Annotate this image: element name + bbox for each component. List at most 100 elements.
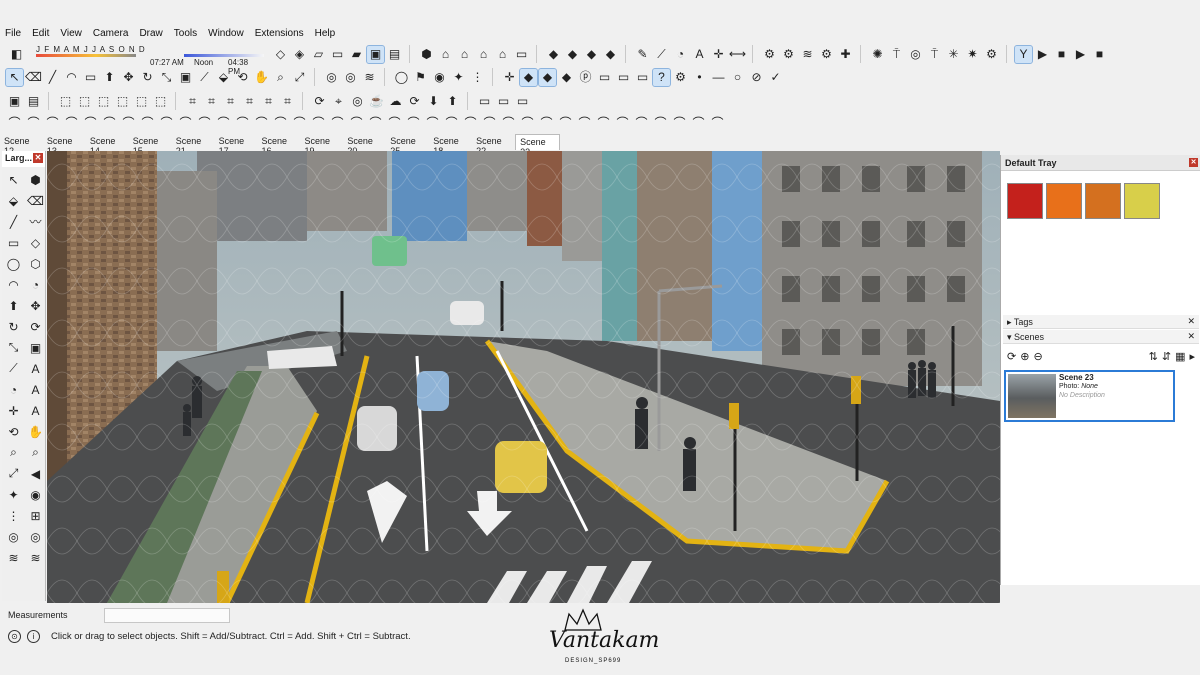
lamp-icon[interactable]: ⍑ <box>888 46 905 63</box>
back-view-icon[interactable]: ⌂ <box>494 46 511 63</box>
vray-logo-icon[interactable]: Y <box>1014 44 1033 64</box>
close-icon[interactable]: ✕ <box>1187 331 1195 342</box>
eraser-icon[interactable]: ⌫ <box>25 69 42 86</box>
lt-position-camera-icon[interactable]: ✦ <box>4 485 23 504</box>
tab-scene-15[interactable]: Scene 15 <box>129 134 172 156</box>
camera-1-icon[interactable]: ▭ <box>596 69 613 86</box>
measurements-input[interactable] <box>104 608 230 623</box>
section-plane-icon[interactable]: ◆ <box>545 46 562 63</box>
lt-layout-icon[interactable]: ≋ <box>4 548 23 567</box>
add-scene-icon[interactable]: ⊕ <box>1020 350 1029 363</box>
curve-12-icon[interactable]: ⌒ <box>215 115 232 132</box>
component-icon[interactable]: ▣ <box>6 93 23 110</box>
shaded-icon[interactable]: ▰ <box>348 46 365 63</box>
render-icon[interactable]: ▶ <box>1034 46 1051 63</box>
sandbox-1-icon[interactable]: ⌗ <box>184 93 201 110</box>
offset-tool-icon[interactable]: ▣ <box>177 69 194 86</box>
curve-6-icon[interactable]: ⌒ <box>101 115 118 132</box>
view-options-icon[interactable]: ▦ <box>1175 350 1185 363</box>
warehouse-icon[interactable]: ◎ <box>323 69 340 86</box>
spot-light-icon[interactable]: ⍑ <box>926 46 943 63</box>
section-display-icon[interactable]: ◆ <box>602 46 619 63</box>
extension-5-icon[interactable]: ✚ <box>837 46 854 63</box>
tab-scene-16[interactable]: Scene 16 <box>258 134 301 156</box>
help-icon[interactable]: ? <box>652 67 671 87</box>
cloud-icon[interactable]: ☁ <box>387 93 404 110</box>
close-icon[interactable]: ✕ <box>1187 316 1195 327</box>
curve-33-icon[interactable]: ⌒ <box>614 115 631 132</box>
frame-3-icon[interactable]: ▭ <box>514 93 531 110</box>
curve-4-icon[interactable]: ⌒ <box>63 115 80 132</box>
tags-section-header[interactable]: ▸ Tags ✕ <box>1003 315 1199 329</box>
lt-move-icon[interactable]: ✥ <box>26 296 45 315</box>
dimension-icon[interactable]: ⟷ <box>729 46 746 63</box>
export-icon[interactable]: ⬆ <box>444 93 461 110</box>
menu-camera[interactable]: Camera <box>88 27 135 41</box>
import-icon[interactable]: ⬇ <box>425 93 442 110</box>
line-icon[interactable]: — <box>710 69 727 86</box>
curve-30-icon[interactable]: ⌒ <box>557 115 574 132</box>
details-icon[interactable]: ▸ <box>1189 350 1195 363</box>
ban-icon[interactable]: ⊘ <box>748 69 765 86</box>
geo-location-icon[interactable]: ⊙ <box>8 630 21 643</box>
curve-24-icon[interactable]: ⌒ <box>443 115 460 132</box>
curve-18-icon[interactable]: ⌒ <box>329 115 346 132</box>
lt-zoom-icon[interactable]: ⌕ <box>4 443 23 462</box>
line-tool-icon[interactable]: ╱ <box>44 69 61 86</box>
lt-offset-icon[interactable]: ▣ <box>26 338 45 357</box>
lt-pie-icon[interactable]: ◔ <box>26 275 45 294</box>
hidden-line-icon[interactable]: ▭ <box>329 46 346 63</box>
solid-inspector-icon[interactable]: ◎ <box>349 93 366 110</box>
menu-draw[interactable]: Draw <box>134 27 168 41</box>
lt-orbit-icon[interactable]: ⟲ <box>4 422 23 441</box>
layout-icon[interactable]: ≋ <box>361 69 378 86</box>
point-light-icon[interactable]: ✷ <box>964 46 981 63</box>
iso-view-icon[interactable]: ⬢ <box>418 46 435 63</box>
3d-viewport[interactable] <box>47 151 1000 603</box>
lt-pushpull-icon[interactable]: ⬆ <box>4 296 23 315</box>
lt-look-around-icon[interactable]: ◉ <box>26 485 45 504</box>
material-swatch-orange[interactable] <box>1046 183 1082 219</box>
curve-8-icon[interactable]: ⌒ <box>139 115 156 132</box>
remove-scene-icon[interactable]: ⊖ <box>1033 350 1042 363</box>
tab-scene-23[interactable]: Scene 23 <box>515 134 560 157</box>
extension-4-icon[interactable]: ⚙ <box>818 46 835 63</box>
menu-file[interactable]: File <box>0 27 27 41</box>
curve-32-icon[interactable]: ⌒ <box>595 115 612 132</box>
section-cut-icon[interactable]: ◆ <box>564 46 581 63</box>
sandbox-3-icon[interactable]: ⌗ <box>222 93 239 110</box>
plugin-p-icon[interactable]: ⓟ <box>577 69 594 86</box>
material-swatch-red[interactable] <box>1007 183 1043 219</box>
curve-36-icon[interactable]: ⌒ <box>671 115 688 132</box>
extension-1-icon[interactable]: ⚙ <box>761 46 778 63</box>
look-around-icon[interactable]: ◉ <box>431 69 448 86</box>
lt-rotate-icon[interactable]: ↻ <box>4 317 23 336</box>
lt-walk-icon[interactable]: ⋮ <box>4 506 23 525</box>
section-fill-icon[interactable]: ◆ <box>583 46 600 63</box>
curve-37-icon[interactable]: ⌒ <box>690 115 707 132</box>
lt-tape-icon[interactable]: ⟋ <box>4 359 23 378</box>
lt-zoom-extents-icon[interactable]: ⤢ <box>4 464 23 483</box>
lt-axes-icon[interactable]: ✛ <box>4 401 23 420</box>
curve-34-icon[interactable]: ⌒ <box>633 115 650 132</box>
solid-intersect-icon[interactable]: ⬚ <box>76 93 93 110</box>
solid-subtract-icon[interactable]: ⬚ <box>114 93 131 110</box>
arc-tool-icon[interactable]: ◠ <box>63 69 80 86</box>
sun-icon[interactable]: ✺ <box>869 46 886 63</box>
curve-13-icon[interactable]: ⌒ <box>234 115 251 132</box>
xray-icon[interactable]: ◇ <box>272 46 289 63</box>
menu-view[interactable]: View <box>55 27 88 41</box>
solid-split-icon[interactable]: ⬚ <box>152 93 169 110</box>
paint-bucket-icon[interactable]: ⬙ <box>215 69 232 86</box>
lt-rectangle-icon[interactable]: ▭ <box>4 233 23 252</box>
text-tool-icon[interactable]: A <box>691 46 708 63</box>
circle-icon[interactable]: ○ <box>729 69 746 86</box>
lt-eraser-icon[interactable]: ⌫ <box>26 191 45 210</box>
camera-2-icon[interactable]: ▭ <box>615 69 632 86</box>
lt-followme-icon[interactable]: ⟳ <box>26 317 45 336</box>
menu-extensions[interactable]: Extensions <box>250 27 310 41</box>
sandbox-5-icon[interactable]: ⌗ <box>260 93 277 110</box>
curve-31-icon[interactable]: ⌒ <box>576 115 593 132</box>
lt-section-icon[interactable]: ⊞ <box>26 506 45 525</box>
tab-scene-18[interactable]: Scene 18 <box>429 134 472 156</box>
